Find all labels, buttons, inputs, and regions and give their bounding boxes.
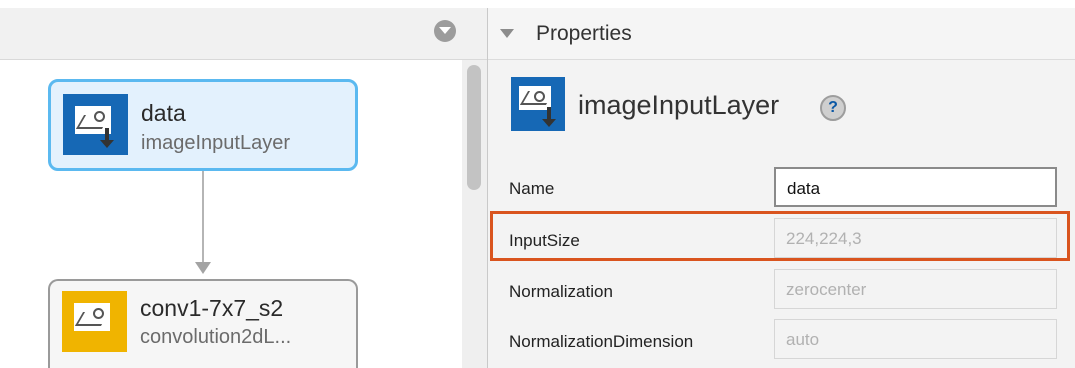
chevron-down-circle-icon[interactable] [434,20,456,42]
property-label-name: Name [509,179,555,198]
properties-title: Properties [536,22,632,45]
layer-node-type: imageInputLayer [141,132,290,154]
property-label-normalization-dimension: NormalizationDimension [509,332,694,351]
scrollbar-thumb[interactable] [467,65,481,190]
canvas-toolbar [0,8,487,60]
properties-pane: Properties imageInputLayer ? Name data I… [488,8,1075,368]
layer-node-type: convolution2dL... [140,326,292,348]
caret-down-icon[interactable] [500,29,514,38]
normalization-field: zerocenter [774,269,1057,309]
property-label-normalization: Normalization [509,282,613,301]
layer-node-data[interactable]: data imageInputLayer [48,79,358,171]
image-input-icon [511,77,565,131]
selected-layer-type: imageInputLayer [578,90,780,120]
layer-node-name: data [141,100,186,126]
convolution-icon [62,291,127,352]
properties-header[interactable]: Properties [488,8,1075,60]
help-icon[interactable]: ? [820,95,846,121]
layer-connector [202,171,204,264]
image-input-icon [63,94,128,155]
inputsize-highlight [490,211,1070,261]
name-field[interactable]: data [774,167,1057,207]
normalization-dimension-field: auto [774,319,1057,359]
layer-node-conv1[interactable]: conv1-7x7_s2 convolution2dL... [48,279,358,368]
connector-arrowhead [195,262,211,274]
layer-node-name: conv1-7x7_s2 [140,295,284,321]
